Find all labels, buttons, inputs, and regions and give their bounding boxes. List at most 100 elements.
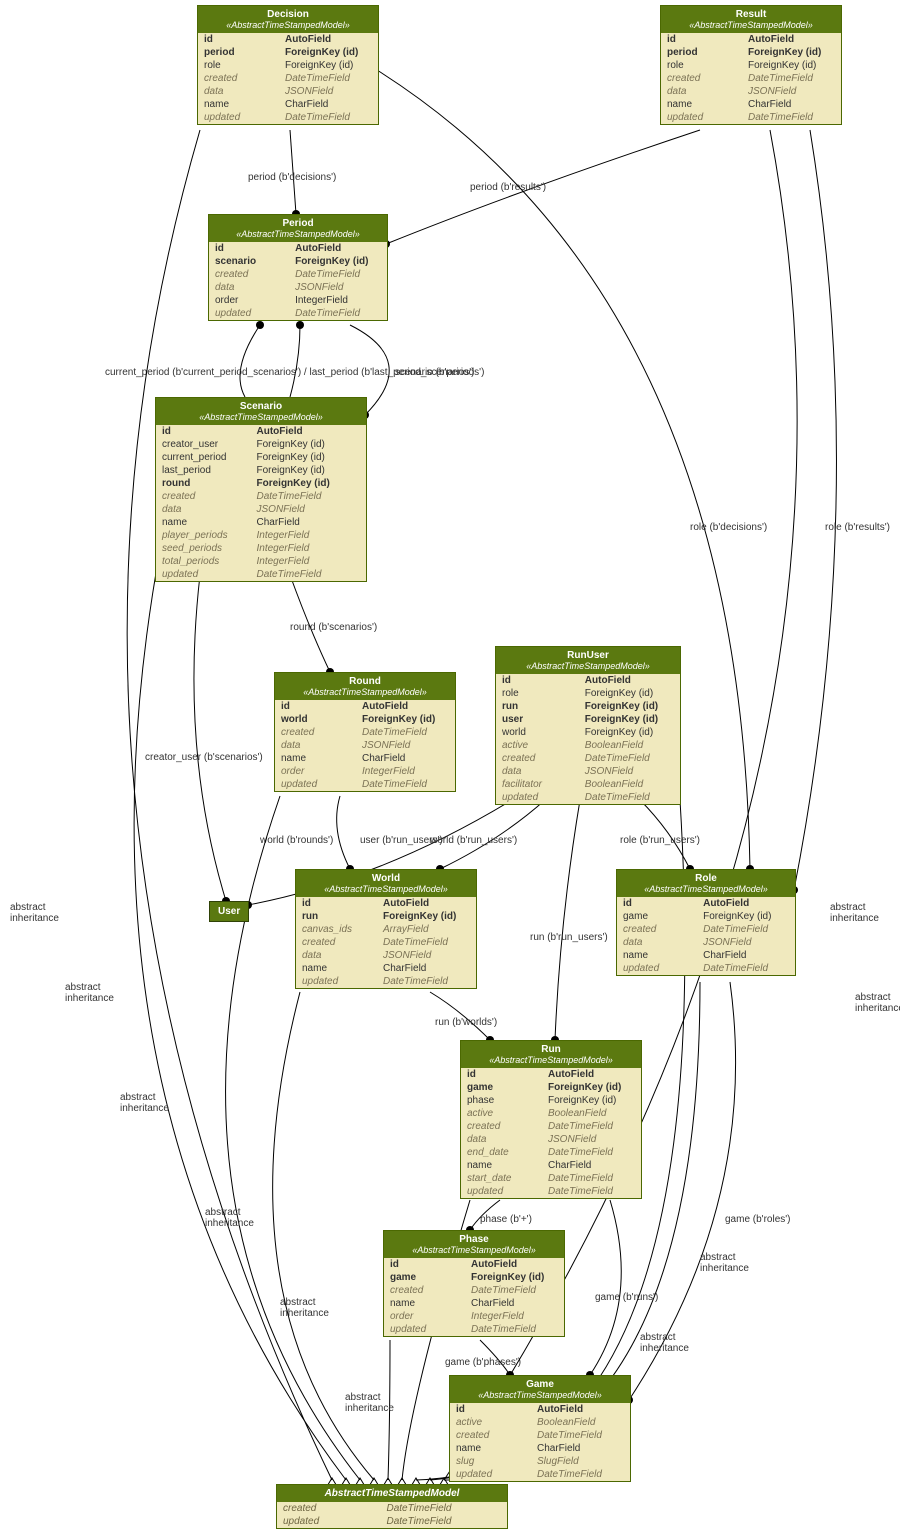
field-row: dataJSONField <box>461 1133 641 1146</box>
field-name: name <box>617 949 697 962</box>
field-row: createdDateTimeField <box>617 923 795 936</box>
field-name: id <box>617 897 697 910</box>
field-type: DateTimeField <box>377 975 476 988</box>
field-name: world <box>275 713 356 726</box>
field-row: idAutoField <box>661 33 841 46</box>
field-row: nameCharField <box>296 962 476 975</box>
class-phase: Phase«AbstractTimeStampedModel»idAutoFie… <box>383 1230 565 1337</box>
field-type: DateTimeField <box>251 490 367 503</box>
field-name: phase <box>461 1094 542 1107</box>
field-type: IntegerField <box>465 1310 564 1323</box>
field-name: player_periods <box>156 529 251 542</box>
field-row: createdDateTimeField <box>450 1429 630 1442</box>
field-type: CharField <box>465 1297 564 1310</box>
field-row: player_periodsIntegerField <box>156 529 366 542</box>
field-name: created <box>661 72 742 85</box>
field-type: DateTimeField <box>697 962 795 975</box>
field-name: created <box>277 1502 381 1515</box>
field-type: DateTimeField <box>465 1284 564 1297</box>
field-row: roleForeignKey (id) <box>198 59 378 72</box>
field-row: updatedDateTimeField <box>209 307 387 320</box>
class-abstracttimestampedmodel: AbstractTimeStampedModel createdDateTime… <box>276 1484 508 1529</box>
field-type: DateTimeField <box>377 936 476 949</box>
field-type: AutoField <box>742 33 841 46</box>
field-row: phaseForeignKey (id) <box>461 1094 641 1107</box>
field-row: worldForeignKey (id) <box>275 713 455 726</box>
field-row: idAutoField <box>275 700 455 713</box>
edge-label: game (b'roles') <box>725 1214 791 1225</box>
field-name: updated <box>661 111 742 124</box>
class-stereotype: «AbstractTimeStampedModel» <box>665 20 837 30</box>
field-type: ForeignKey (id) <box>465 1271 564 1284</box>
field-type: AutoField <box>531 1403 630 1416</box>
field-name: order <box>275 765 356 778</box>
field-type: IntegerField <box>251 542 367 555</box>
class-stereotype: «AbstractTimeStampedModel» <box>279 687 451 697</box>
field-row: updatedDateTimeField <box>461 1185 641 1198</box>
field-row: activeBooleanField <box>496 739 680 752</box>
class-title: Scenario <box>160 401 362 412</box>
field-type: AutoField <box>465 1258 564 1271</box>
field-row: createdDateTimeField <box>277 1502 507 1515</box>
field-type: DateTimeField <box>289 268 387 281</box>
field-row: periodForeignKey (id) <box>198 46 378 59</box>
field-row: gameForeignKey (id) <box>384 1271 564 1284</box>
field-type: CharField <box>697 949 795 962</box>
field-name: created <box>461 1120 542 1133</box>
edge-label: world (b'rounds') <box>259 835 333 846</box>
edge-label-abs: abstractinheritance <box>65 982 114 1004</box>
edge-label: role (b'results') <box>825 522 890 533</box>
field-type: ForeignKey (id) <box>579 687 680 700</box>
field-name: seed_periods <box>156 542 251 555</box>
field-type: ForeignKey (id) <box>579 713 680 726</box>
field-row: orderIntegerField <box>275 765 455 778</box>
field-name: name <box>198 98 279 111</box>
field-name: created <box>296 936 377 949</box>
field-name: end_date <box>461 1146 542 1159</box>
field-type: DateTimeField <box>289 307 387 320</box>
field-row: createdDateTimeField <box>296 936 476 949</box>
field-type: ArrayField <box>377 923 476 936</box>
class-stereotype: «AbstractTimeStampedModel» <box>454 1390 626 1400</box>
edge-label: run (b'run_users') <box>530 932 608 943</box>
field-type: IntegerField <box>289 294 387 307</box>
field-type: DateTimeField <box>531 1429 630 1442</box>
field-row: facilitatorBooleanField <box>496 778 680 791</box>
field-type: IntegerField <box>356 765 455 778</box>
field-row: idAutoField <box>496 674 680 687</box>
field-row: dataJSONField <box>496 765 680 778</box>
field-row: canvas_idsArrayField <box>296 923 476 936</box>
edge-label: game (b'runs') <box>595 1292 658 1303</box>
field-row: gameForeignKey (id) <box>461 1081 641 1094</box>
field-name: id <box>156 425 251 438</box>
field-name: active <box>461 1107 542 1120</box>
field-row: nameCharField <box>461 1159 641 1172</box>
field-name: slug <box>450 1455 531 1468</box>
field-type: ForeignKey (id) <box>356 713 455 726</box>
field-row: dataJSONField <box>198 85 378 98</box>
field-type: DateTimeField <box>356 778 455 791</box>
field-type: DateTimeField <box>579 752 680 765</box>
field-name: id <box>496 674 579 687</box>
field-type: ForeignKey (id) <box>579 726 680 739</box>
class-world: World«AbstractTimeStampedModel»idAutoFie… <box>295 869 477 989</box>
field-row: dataJSONField <box>661 85 841 98</box>
field-name: active <box>496 739 579 752</box>
field-type: ForeignKey (id) <box>251 464 367 477</box>
field-type: CharField <box>742 98 841 111</box>
field-name: order <box>209 294 289 307</box>
field-row: idAutoField <box>617 897 795 910</box>
field-type: JSONField <box>251 503 367 516</box>
class-stereotype: «AbstractTimeStampedModel» <box>300 884 472 894</box>
field-type: DateTimeField <box>742 111 841 124</box>
field-name: updated <box>461 1185 542 1198</box>
field-type: CharField <box>279 98 378 111</box>
class-stereotype: «AbstractTimeStampedModel» <box>202 20 374 30</box>
field-type: DateTimeField <box>279 72 378 85</box>
field-name: facilitator <box>496 778 579 791</box>
field-name: data <box>617 936 697 949</box>
field-type: AutoField <box>697 897 795 910</box>
field-type: ForeignKey (id) <box>289 255 387 268</box>
field-row: updatedDateTimeField <box>296 975 476 988</box>
field-row: runForeignKey (id) <box>296 910 476 923</box>
